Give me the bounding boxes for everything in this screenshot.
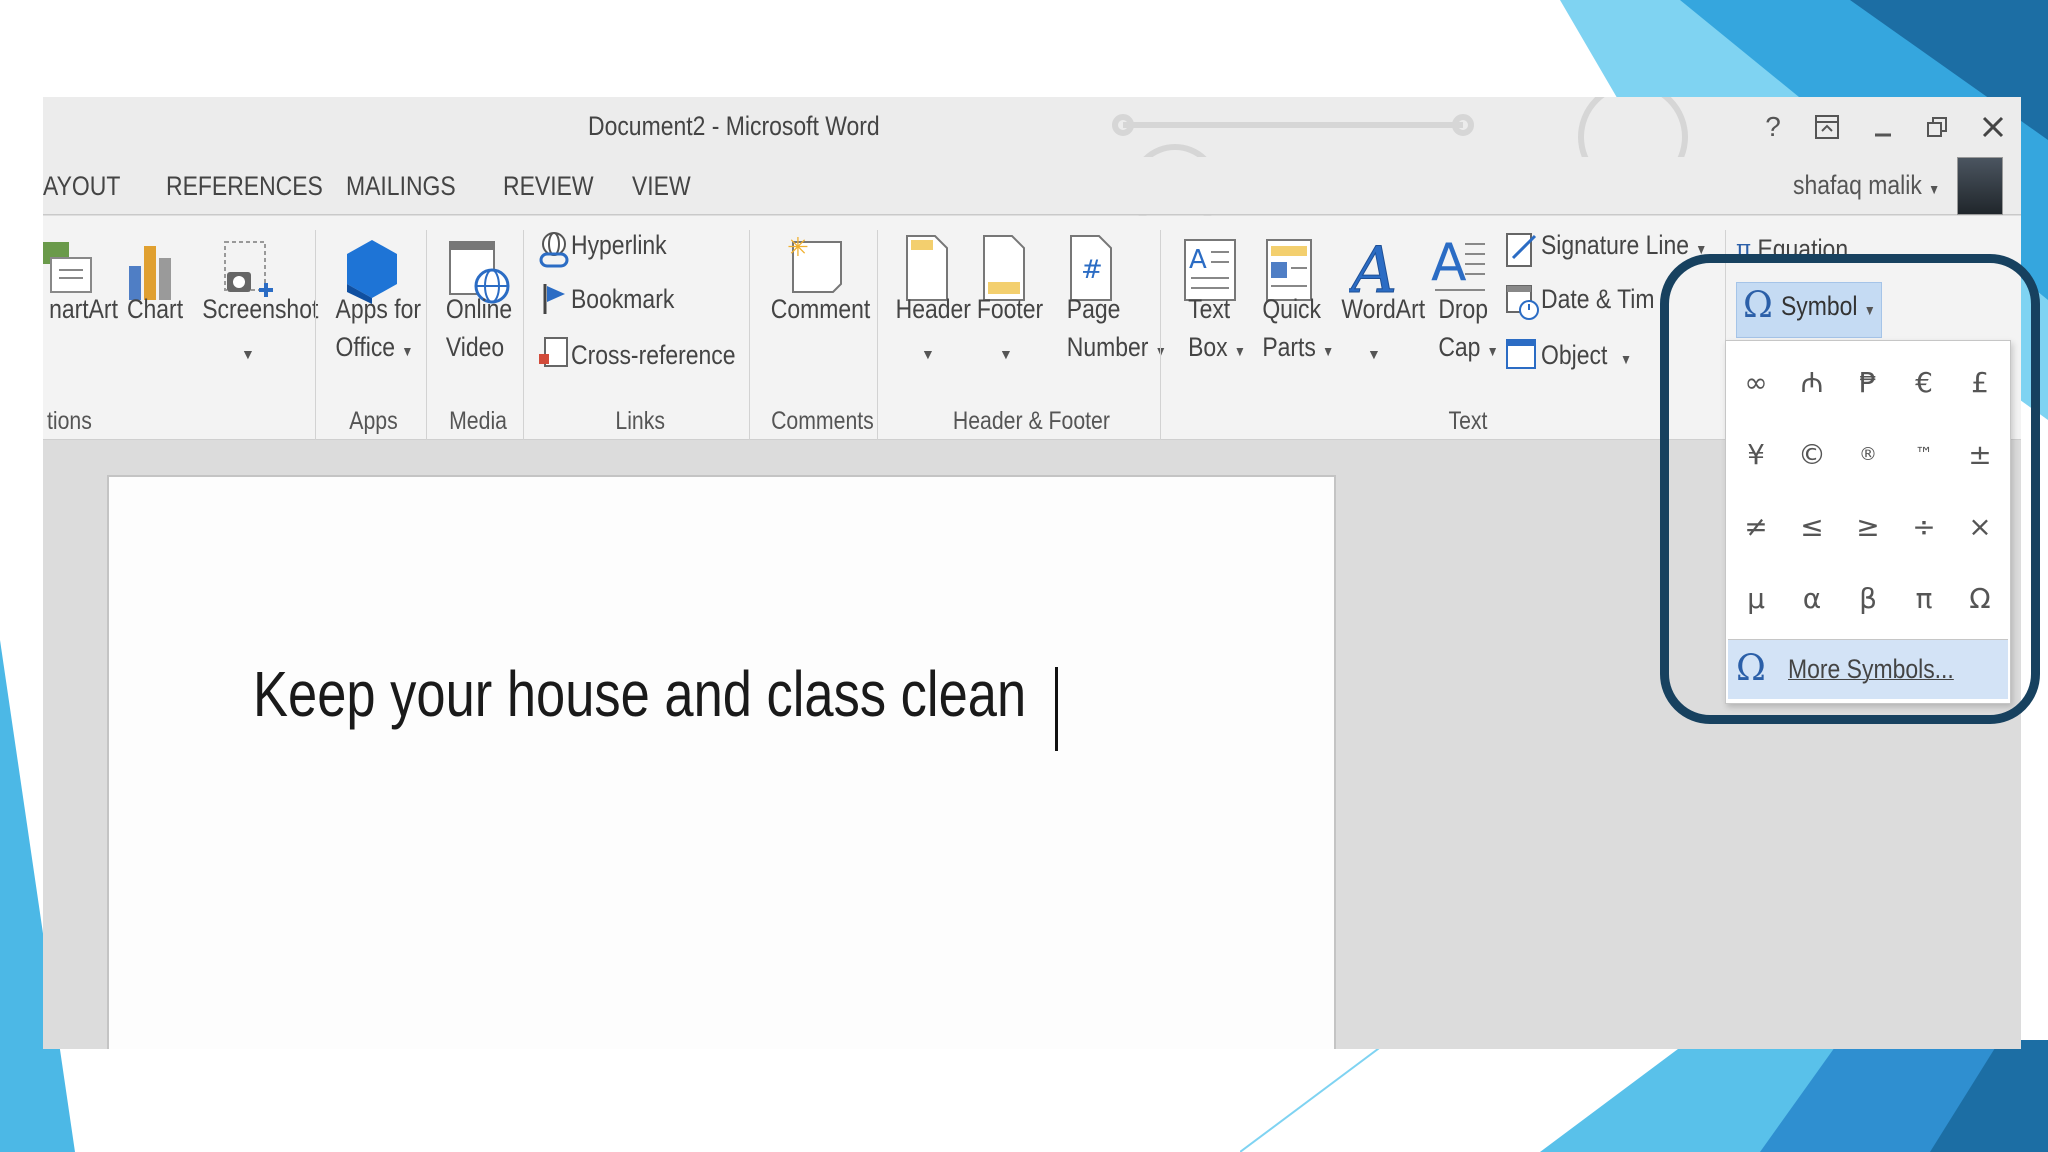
wordart-button[interactable]: WordArt: [1341, 290, 1425, 328]
svg-text:#: #: [1081, 255, 1103, 285]
hyperlink-icon: [539, 232, 569, 268]
group-separator: [426, 230, 427, 440]
title-bar: Document2 - Microsoft Word ?: [43, 97, 2021, 234]
smartart-icon: [43, 242, 92, 293]
page-number-label-line1: Page: [1066, 294, 1121, 324]
header-button[interactable]: Header: [896, 290, 971, 328]
chevron-down-icon: ▼: [999, 346, 1013, 362]
text-box-label-line2: Box: [1188, 332, 1228, 362]
chevron-down-icon: ▼: [1928, 181, 1941, 197]
chevron-down-icon: ▼: [241, 346, 255, 362]
video-label-line2: Video: [445, 332, 505, 362]
cross-reference-button[interactable]: Cross-reference: [571, 336, 736, 374]
chart-button[interactable]: Chart: [127, 290, 183, 328]
signature-line-label: Signature Line: [1541, 230, 1690, 260]
drop-cap-button[interactable]: Drop Cap ▼: [1438, 290, 1498, 370]
quick-parts-button[interactable]: Quick Parts ▼: [1262, 290, 1334, 370]
text-box-button[interactable]: Text Box ▼: [1188, 290, 1246, 370]
ribbon-display-button[interactable]: [1807, 109, 1847, 145]
bookmark-icon: [543, 284, 565, 314]
group-separator: [315, 230, 316, 440]
page-number-button[interactable]: PageNumber ▼: [1067, 290, 1167, 370]
ribbon-display-icon: [1815, 115, 1839, 139]
group-links-label: Links: [615, 407, 665, 435]
restore-button[interactable]: [1917, 109, 1957, 145]
chevron-down-icon: ▼: [401, 343, 414, 359]
group-illustrations-label: tions: [46, 407, 92, 435]
drop-cap-label-line2: Cap: [1438, 332, 1481, 362]
group-separator: [1160, 230, 1161, 440]
group-separator: [877, 230, 878, 440]
slide-decoration-bottom: [1240, 1040, 2048, 1152]
apps-label-line2: Office: [335, 332, 396, 362]
help-button[interactable]: ?: [1753, 109, 1793, 145]
date-time-button[interactable]: Date & Tim: [1541, 280, 1655, 318]
object-button[interactable]: Object ▼: [1541, 336, 1632, 378]
group-comments-label: Comments: [771, 407, 874, 435]
chevron-down-icon: ▼: [921, 346, 935, 362]
comment-button[interactable]: Comment: [771, 290, 870, 328]
chevron-down-icon: ▼: [1234, 343, 1246, 359]
smartart-button[interactable]: nartArt: [49, 290, 118, 328]
apps-for-office-button[interactable]: Apps for Office ▼: [336, 290, 421, 370]
group-media-label: Media: [449, 407, 507, 435]
tab-page-layout[interactable]: AYOUT: [43, 171, 120, 202]
restore-icon: [1927, 117, 1947, 137]
tab-review[interactable]: REVIEW: [503, 171, 594, 202]
chevron-down-icon: ▼: [1367, 346, 1381, 362]
quick-parts-label-line1: Quick: [1262, 294, 1322, 324]
user-name: shafaq malik: [1793, 170, 1922, 200]
hyperlink-button[interactable]: Hyperlink: [571, 226, 667, 264]
close-icon: [1982, 116, 2004, 138]
close-button[interactable]: [1973, 109, 2013, 145]
footer-button[interactable]: Footer: [977, 290, 1043, 328]
highlight-outline: [1660, 254, 2040, 724]
screenshot-button[interactable]: Screenshot: [202, 290, 318, 328]
text-box-label-line1: Text: [1188, 294, 1231, 324]
online-video-button[interactable]: Online Video: [446, 290, 512, 366]
svg-text:A: A: [1431, 234, 1467, 293]
bookmark-button[interactable]: Bookmark: [571, 280, 674, 318]
drop-cap-label-line1: Drop: [1438, 294, 1489, 324]
group-separator: [523, 230, 524, 440]
object-icon: [1506, 339, 1536, 369]
group-apps-label: Apps: [349, 407, 398, 435]
group-header-footer-label: Header & Footer: [952, 407, 1110, 435]
group-text-label: Text: [1448, 407, 1488, 435]
tab-view[interactable]: VIEW: [632, 171, 691, 202]
user-account[interactable]: shafaq malik ▼: [1793, 170, 1940, 201]
ribbon-tabs: AYOUT REFERENCES MAILINGS REVIEW VIEW sh…: [43, 157, 2021, 215]
chevron-down-icon: ▼: [1322, 343, 1335, 359]
object-label: Object: [1541, 340, 1608, 370]
page-number-label-line2: Number: [1066, 332, 1149, 362]
minimize-icon: [1875, 133, 1891, 137]
avatar[interactable]: [1957, 157, 2003, 215]
tab-references[interactable]: REFERENCES: [166, 171, 323, 202]
document-text[interactable]: Keep your house and class clean: [253, 657, 1026, 731]
chevron-down-icon: ▼: [1486, 343, 1499, 359]
video-label-line1: Online: [445, 294, 513, 324]
cross-reference-icon: [539, 337, 568, 367]
text-cursor: [1055, 667, 1058, 751]
svg-text:✳: ✳: [787, 233, 809, 263]
signature-line-icon: [1506, 233, 1537, 267]
apps-label-line1: Apps for: [335, 294, 422, 324]
svg-text:A: A: [1189, 245, 1207, 275]
minimize-button[interactable]: [1863, 109, 1903, 145]
chevron-down-icon: ▼: [1620, 351, 1632, 367]
window-title: Document2 - Microsoft Word: [588, 111, 880, 141]
group-separator: [749, 230, 750, 440]
document-page[interactable]: Keep your house and class clean: [107, 475, 1336, 1049]
date-time-icon: [1506, 285, 1539, 320]
quick-parts-label-line2: Parts: [1262, 332, 1316, 362]
tab-mailings[interactable]: MAILINGS: [346, 171, 456, 202]
